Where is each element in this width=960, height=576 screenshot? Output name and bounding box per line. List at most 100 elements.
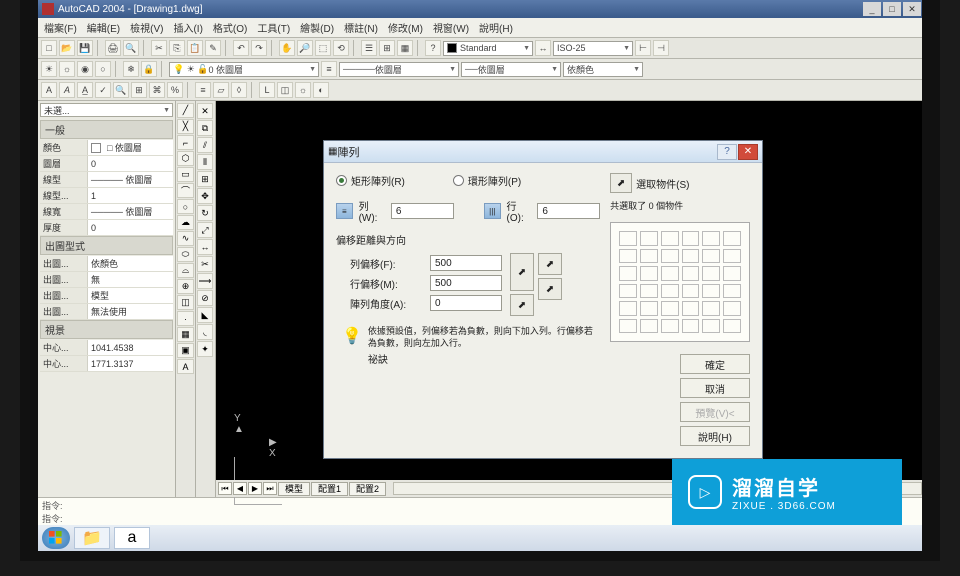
zoomprev-icon[interactable]: ⟲ (333, 40, 349, 56)
scale-icon[interactable]: % (167, 82, 183, 98)
pick-row-icon[interactable]: ⬈ (538, 253, 562, 275)
pan-icon[interactable]: ✋ (279, 40, 295, 56)
dimstyle-combo[interactable]: ISO-25 (553, 41, 633, 56)
ucs-icon[interactable]: L (259, 82, 275, 98)
help-icon[interactable]: ? (425, 40, 441, 56)
ok-button[interactable]: 確定 (680, 354, 750, 374)
palette-section-view[interactable]: 視景 (40, 320, 173, 339)
maximize-button[interactable]: □ (883, 2, 901, 16)
dim-icon[interactable]: ↔ (535, 40, 551, 56)
toolpalette-icon[interactable]: ▦ (397, 40, 413, 56)
minimize-button[interactable]: _ (863, 2, 881, 16)
paste-icon[interactable]: 📋 (187, 40, 203, 56)
help-button[interactable]: 說明(H) (680, 426, 750, 446)
layermgr-icon[interactable]: ☀ (41, 61, 57, 77)
rows-input[interactable]: 6 (391, 203, 454, 219)
menu-window[interactable]: 視窗(W) (433, 20, 469, 35)
spline-icon[interactable]: ∿ (177, 231, 194, 246)
break-icon[interactable]: ⊘ (197, 290, 213, 306)
designcenter-icon[interactable]: ⊞ (379, 40, 395, 56)
task-explorer-icon[interactable]: 📁 (74, 527, 110, 549)
prop-thickness-value[interactable]: 0 (88, 220, 173, 235)
fillet-icon[interactable]: ◟ (197, 324, 213, 340)
scale2-icon[interactable]: ⤢ (197, 222, 213, 238)
extend-icon[interactable]: ⟶ (197, 273, 213, 289)
layerprev-icon[interactable]: ☼ (59, 61, 75, 77)
start-button[interactable] (42, 527, 70, 549)
close-button[interactable]: ✕ (903, 2, 921, 16)
dim1-icon[interactable]: ⊢ (635, 40, 651, 56)
preview-button[interactable]: 預覽(V)< (680, 402, 750, 422)
layerprops-icon[interactable]: ≡ (321, 61, 337, 77)
new-icon[interactable]: □ (41, 40, 57, 56)
text-icon[interactable]: A (177, 359, 194, 374)
menu-edit[interactable]: 編輯(E) (87, 20, 120, 35)
area-icon[interactable]: ▱ (213, 82, 229, 98)
layeriso-icon[interactable]: ◉ (77, 61, 93, 77)
select-objects-button[interactable]: 選取物件(S) (636, 176, 689, 191)
menu-view[interactable]: 檢視(V) (130, 20, 163, 35)
polar-array-radio[interactable]: 環形陣列(P) (453, 173, 521, 188)
mirror-icon[interactable]: ⫽ (197, 137, 213, 153)
palette-section-plot[interactable]: 出圖型式 (40, 236, 173, 255)
zoom-icon[interactable]: 🔎 (297, 40, 313, 56)
col-offset-input[interactable]: 500 (430, 275, 502, 291)
dialog-help-icon[interactable]: ? (717, 144, 737, 160)
mtext-icon[interactable]: A̲ (77, 82, 93, 98)
tab-model[interactable]: 模型 (278, 482, 310, 496)
textA-icon[interactable]: A (41, 82, 57, 98)
layerlock-icon[interactable]: 🔒 (141, 61, 157, 77)
prop-lineweight-value[interactable]: ───── 依圖層 (88, 204, 173, 219)
pick-angle-icon[interactable]: ⬈ (510, 294, 534, 316)
3d-icon[interactable]: ◫ (277, 82, 293, 98)
color-combo[interactable]: 依顏色 (563, 62, 643, 77)
task-autocad-icon[interactable]: a (114, 527, 150, 549)
tab-last-icon[interactable]: ⏭ (263, 482, 277, 495)
match-icon[interactable]: ✎ (205, 40, 221, 56)
undo-icon[interactable]: ↶ (233, 40, 249, 56)
field-icon[interactable]: ⌘ (149, 82, 165, 98)
row-offset-input[interactable]: 500 (430, 255, 502, 271)
textAI-icon[interactable]: A (59, 82, 75, 98)
revcloud-icon[interactable]: ☁ (177, 215, 194, 230)
hide-icon[interactable]: ◐ (313, 82, 329, 98)
menu-modify[interactable]: 修改(M) (388, 20, 423, 35)
move-icon[interactable]: ✥ (197, 188, 213, 204)
dim2-icon[interactable]: ⊣ (653, 40, 669, 56)
point-icon[interactable]: · (177, 311, 194, 326)
line-icon[interactable]: ╱ (177, 103, 194, 118)
find-icon[interactable]: 🔍 (113, 82, 129, 98)
cut-icon[interactable]: ✂ (151, 40, 167, 56)
prop-ltscale-value[interactable]: 1 (88, 188, 173, 203)
array-icon[interactable]: ⊞ (197, 171, 213, 187)
tab-prev-icon[interactable]: ◀ (233, 482, 247, 495)
select-objects-icon[interactable]: ⬈ (610, 173, 632, 193)
table-icon[interactable]: ⊞ (131, 82, 147, 98)
tab-layout1[interactable]: 配置1 (311, 482, 348, 496)
linetype-combo[interactable]: ───── 依圖層 (339, 62, 459, 77)
region2-icon[interactable]: ▣ (177, 343, 194, 358)
zoomwin-icon[interactable]: ⬚ (315, 40, 331, 56)
layer-combo[interactable]: 💡 ☀ 🔓 0 依圖層 (169, 62, 319, 77)
rectangle-icon[interactable]: ▭ (177, 167, 194, 182)
menu-format[interactable]: 格式(O) (213, 20, 247, 35)
ellipse-icon[interactable]: ⬭ (177, 247, 194, 262)
copy-icon[interactable]: ⎘ (169, 40, 185, 56)
chamfer-icon[interactable]: ◣ (197, 307, 213, 323)
tab-next-icon[interactable]: ▶ (248, 482, 262, 495)
lineweight-combo[interactable]: ── 依圖層 (461, 62, 561, 77)
menu-draw[interactable]: 繪製(D) (300, 20, 334, 35)
dialog-close-icon[interactable]: ✕ (738, 144, 758, 160)
menu-help[interactable]: 說明(H) (479, 20, 513, 35)
insert-icon[interactable]: ⊕ (177, 279, 194, 294)
copy2-icon[interactable]: ⧉ (197, 120, 213, 136)
tab-layout2[interactable]: 配置2 (349, 482, 386, 496)
arc-icon[interactable]: ⌒ (177, 183, 194, 198)
textstyle-combo[interactable]: Standard (443, 41, 533, 56)
menu-file[interactable]: 檔案(F) (44, 20, 77, 35)
selection-combo[interactable]: 未選... (40, 103, 173, 117)
preview-icon[interactable]: 🔍 (123, 40, 139, 56)
erase-icon[interactable]: ✕ (197, 103, 213, 119)
menu-tools[interactable]: 工具(T) (257, 20, 290, 35)
spell-icon[interactable]: ✓ (95, 82, 111, 98)
